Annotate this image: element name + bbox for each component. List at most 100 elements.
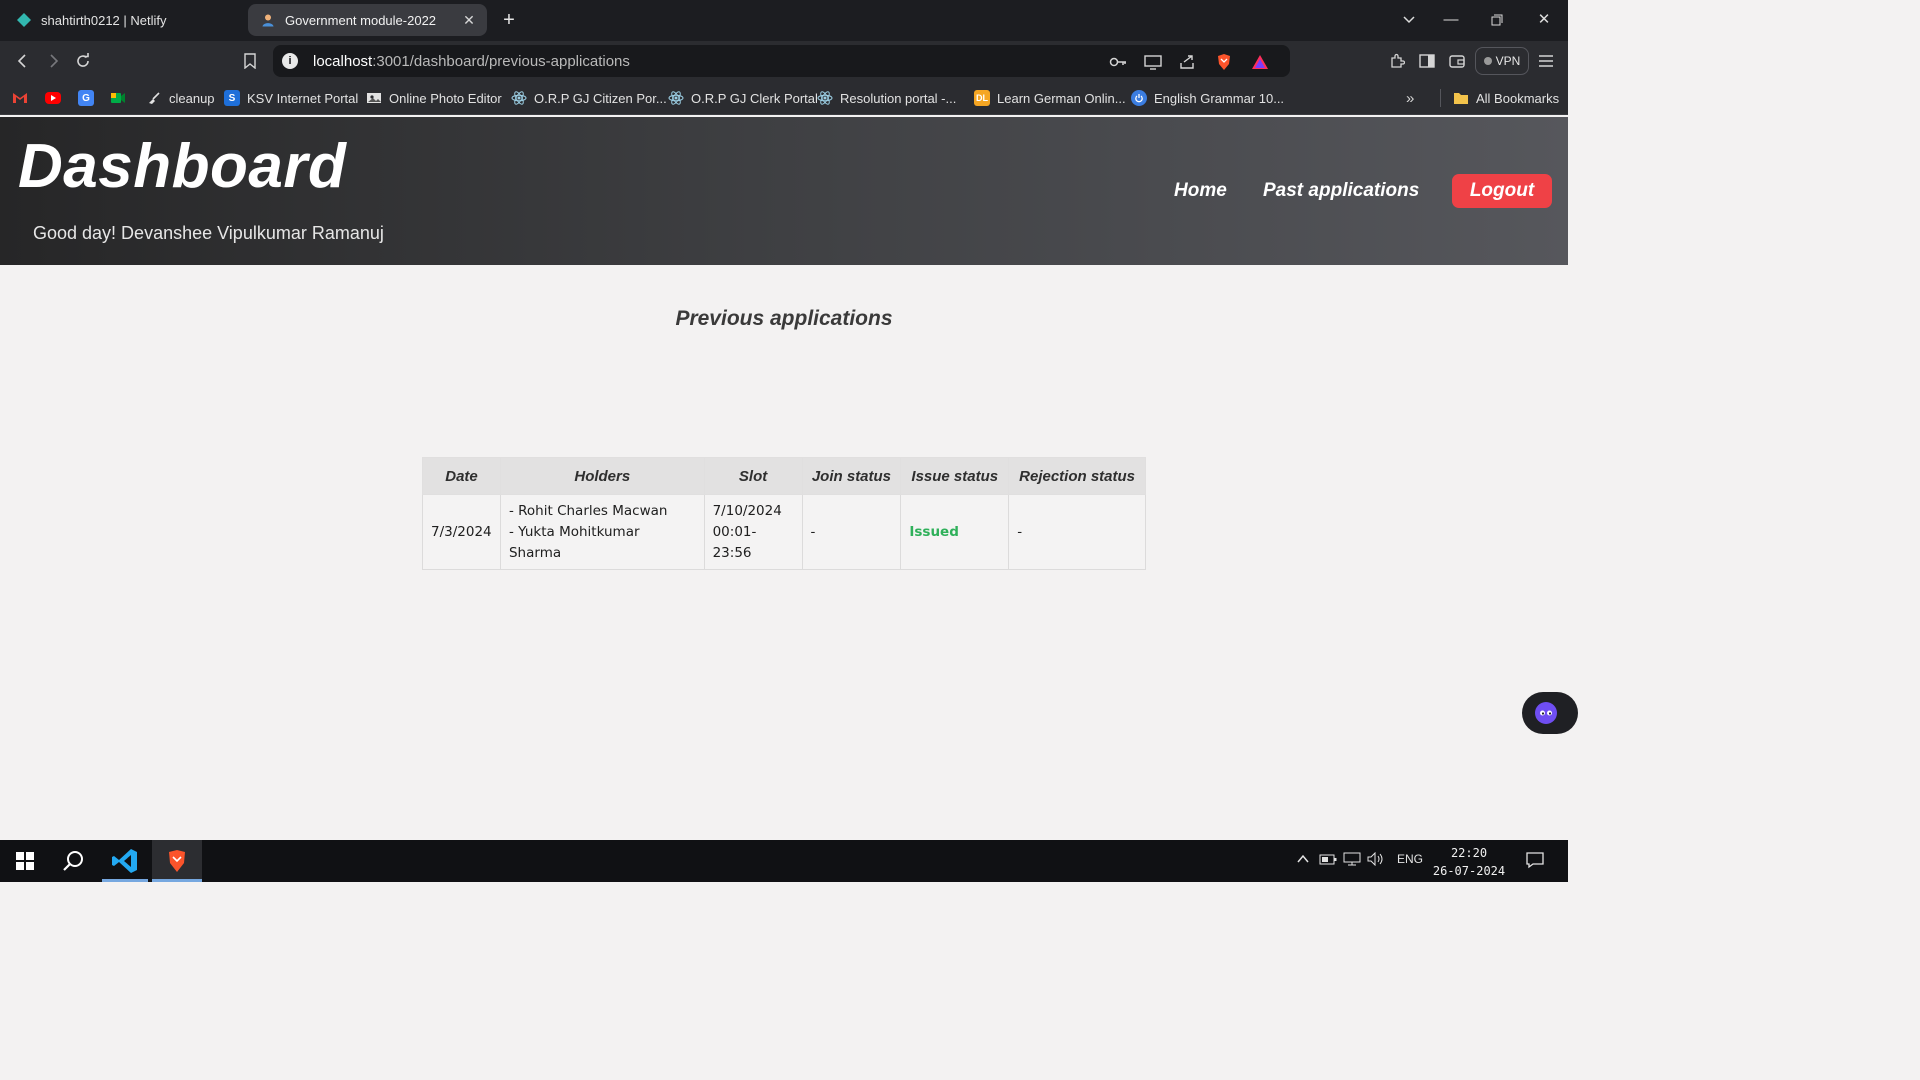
column-header-rejection-status: Rejection status [1008, 457, 1146, 495]
slot-date: 7/10/2024 [712, 502, 782, 519]
start-button[interactable] [0, 840, 50, 882]
sidebar-icon[interactable] [1416, 50, 1438, 72]
tab-search-chevron-icon[interactable] [1398, 9, 1420, 31]
user-icon [260, 12, 276, 28]
bookmark-translate[interactable]: G [78, 89, 101, 107]
minimize-button[interactable]: — [1440, 9, 1462, 31]
bookmark-cleanup[interactable]: cleanup [146, 89, 215, 107]
battery-icon[interactable] [1319, 852, 1337, 869]
cell-date: 7/3/2024 [422, 494, 501, 570]
broom-icon [146, 90, 162, 106]
brave-shield-icon[interactable] [1215, 53, 1233, 71]
brand-title: Dashboard [18, 132, 347, 201]
brave-icon [166, 849, 188, 873]
slot-time: 00:01-23:56 [712, 523, 757, 561]
nav-home-link[interactable]: Home [1174, 180, 1227, 202]
vpn-label: VPN [1495, 54, 1521, 68]
taskbar-vscode[interactable] [102, 840, 148, 882]
bookmark-orp-clerk[interactable]: O.R.P GJ Clerk Portal [668, 89, 818, 107]
address-bar[interactable]: i localhost:3001/dashboard/previous-appl… [273, 45, 1290, 77]
all-bookmarks-button[interactable]: All Bookmarks [1453, 89, 1559, 107]
column-header-issue-status: Issue status [900, 457, 1010, 495]
extensions-icon[interactable] [1386, 50, 1408, 72]
bookmark-label: O.R.P GJ Clerk Portal [691, 90, 818, 106]
language-indicator[interactable]: ENG [1397, 852, 1423, 866]
bookmark-photo-editor[interactable]: Online Photo Editor [366, 89, 502, 107]
close-tab-icon[interactable]: ✕ [461, 12, 477, 28]
youtube-icon [45, 92, 61, 104]
network-icon[interactable] [1343, 852, 1361, 869]
photo-icon [366, 90, 382, 106]
bookmark-learn-german[interactable]: DL Learn German Onlin... [974, 89, 1126, 107]
key-icon[interactable] [1109, 53, 1127, 71]
bookmark-label: KSV Internet Portal [247, 90, 359, 106]
react-icon [511, 90, 527, 106]
column-header-holders: Holders [499, 457, 705, 495]
bookmark-label: Resolution portal -... [840, 90, 957, 106]
install-app-icon[interactable] [1144, 53, 1162, 71]
notifications-icon[interactable] [1525, 851, 1545, 872]
taskbar-brave[interactable] [152, 840, 202, 882]
forward-button[interactable] [42, 50, 64, 72]
cell-join-status: - [801, 494, 902, 570]
bookmark-label: cleanup [169, 90, 215, 106]
clock-date: 26-07-2024 [1432, 864, 1506, 878]
table-row: 7/3/2024 - Rohit Charles Macwan - Yukta … [422, 494, 1146, 570]
react-icon [817, 90, 833, 106]
bookmark-meet[interactable] [110, 89, 133, 107]
restore-button[interactable] [1486, 9, 1508, 31]
bookmark-youtube[interactable] [45, 89, 68, 107]
reload-button[interactable] [72, 50, 94, 72]
vscode-icon [112, 848, 138, 874]
react-icon [668, 90, 684, 106]
tab-netlify[interactable]: shahtirth0212 | Netlify [8, 4, 244, 36]
meet-icon [110, 90, 126, 106]
windows-logo-icon [16, 852, 34, 870]
bookmark-page-icon[interactable] [239, 50, 261, 72]
assistant-face-icon [1534, 701, 1558, 725]
tab-title: Government module-2022 [285, 12, 437, 28]
bookmark-orp-citizen[interactable]: O.R.P GJ Citizen Por... [511, 89, 667, 107]
bookmarks-bar: G cleanup S KSV Internet Portal Online P… [0, 81, 1568, 115]
applications-table: Date Holders Slot Join status Issue stat… [422, 457, 1146, 570]
system-clock[interactable]: 22:20 26-07-2024 [1430, 844, 1508, 880]
search-button[interactable] [50, 840, 98, 882]
ksv-icon: S [224, 90, 240, 106]
logout-button[interactable]: Logout [1452, 174, 1552, 208]
windows-taskbar: ENG 22:20 26-07-2024 [0, 840, 1568, 882]
greeting-text: Good day! Devanshee Vipulkumar Ramanuj [33, 223, 384, 243]
new-tab-button[interactable]: + [498, 9, 520, 31]
table-header-row: Date Holders Slot Join status Issue stat… [422, 457, 1146, 495]
bookmark-gmail[interactable] [12, 89, 35, 107]
site-info-icon[interactable]: i [282, 53, 298, 69]
cell-rejection-status: - [1008, 494, 1146, 570]
column-header-slot: Slot [703, 457, 803, 495]
search-icon [62, 849, 86, 873]
page-title: Previous applications [675, 307, 893, 330]
translate-icon: G [78, 90, 94, 106]
bookmark-resolution-portal[interactable]: Resolution portal -... [817, 89, 956, 107]
gmail-icon [12, 90, 28, 106]
more-bookmarks-icon[interactable]: » [1406, 89, 1414, 107]
cell-issue-status: Issued [900, 494, 1010, 570]
volume-icon[interactable] [1367, 851, 1385, 869]
bookmark-english-grammar[interactable]: English Grammar 10... [1131, 89, 1284, 107]
tab-government-module[interactable]: Government module-2022 ✕ [248, 4, 487, 36]
vpn-status-icon [1483, 57, 1492, 65]
share-icon[interactable] [1178, 53, 1196, 71]
browser-tab-strip: shahtirth0212 | Netlify Government modul… [0, 0, 1568, 41]
nav-past-applications-link[interactable]: Past applications [1263, 180, 1419, 202]
wallet-icon[interactable] [1446, 50, 1468, 72]
back-button[interactable] [12, 50, 34, 72]
tray-chevron-icon[interactable] [1296, 852, 1310, 869]
brave-rewards-icon[interactable] [1251, 53, 1269, 71]
assistant-chat-button[interactable] [1522, 692, 1578, 734]
url-text[interactable]: localhost:3001/dashboard/previous-applic… [313, 53, 630, 70]
menu-icon[interactable] [1535, 50, 1557, 72]
vpn-button[interactable]: VPN [1475, 47, 1529, 75]
netlify-icon [16, 12, 32, 28]
bookmark-ksv[interactable]: S KSV Internet Portal [224, 89, 358, 107]
all-bookmarks-label: All Bookmarks [1476, 90, 1560, 106]
close-window-button[interactable]: ✕ [1533, 9, 1555, 31]
power-icon [1131, 90, 1147, 106]
